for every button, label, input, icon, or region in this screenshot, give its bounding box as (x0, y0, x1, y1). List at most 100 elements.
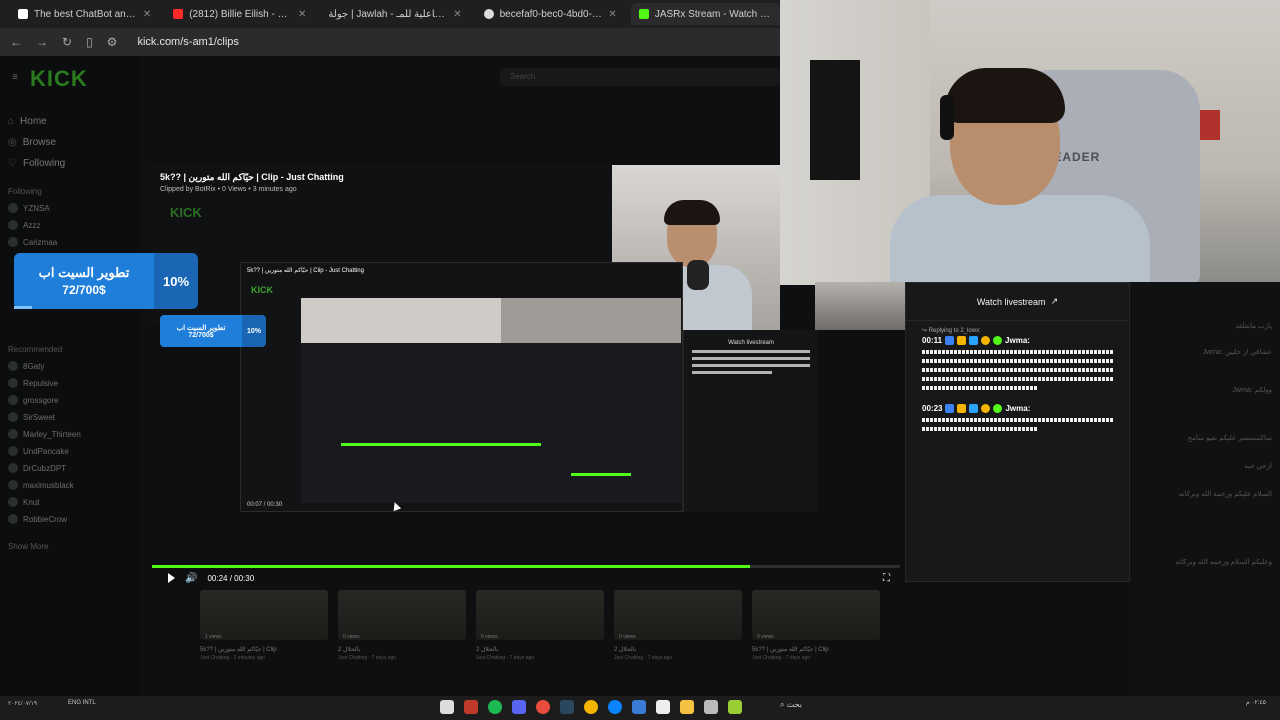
taskbar-clock[interactable]: ٠٢:٤٥ م (1246, 700, 1266, 707)
nested-progress (341, 443, 541, 446)
chat-line (692, 371, 773, 374)
clip-card[interactable]: 0 views بالحلال 2 Just Chatting - 7 days… (476, 590, 604, 688)
sidebar-toggle-icon[interactable]: ▯ (86, 35, 93, 49)
show-more-link[interactable]: Show More (8, 542, 132, 551)
live-chat-dimmed: پارب مانفلقد Jwma: عشاقي از خليين Jwma: … (1130, 282, 1280, 696)
tab-title: (2812) Billie Eilish - CHIHIRO (Official… (189, 8, 293, 20)
video-controls: 🔊 00:24 / 00:30 ⛶ (152, 570, 900, 586)
message-text (922, 377, 1113, 381)
sidebar-channel[interactable]: Repulsive (8, 378, 132, 388)
back-icon[interactable]: ← (10, 35, 22, 49)
tv (810, 60, 860, 180)
donation-goal-widget-nested: تطوير السيت اب 72/700$ 10% (160, 315, 266, 347)
chat-panel: Watch livestream ↗ ↪ Replying to 2_lowx:… (905, 282, 1130, 582)
nav-home[interactable]: ⌂ Home (8, 116, 132, 127)
clip-views: 0 views (481, 634, 498, 640)
menu-icon[interactable]: ≡ (12, 72, 18, 83)
message-time: 00:11 (922, 336, 943, 345)
forward-icon[interactable]: → (36, 35, 48, 49)
taskbar-search[interactable]: ⌕ بحث (780, 700, 802, 710)
language-indicator[interactable]: ENG INTL (68, 700, 96, 707)
tab-title: جولة | Jawlah - منصة الألعاب التفاعلية ل… (328, 8, 448, 20)
browser-tab[interactable]: (2812) Billie Eilish - CHIHIRO (Official… (165, 3, 314, 25)
app-icon[interactable] (704, 700, 718, 714)
clip-thumbnail (476, 590, 604, 640)
external-link-icon: ↗ (1050, 296, 1059, 306)
steam-icon[interactable] (560, 700, 574, 714)
sidebar-channel[interactable]: grossgore (8, 395, 132, 405)
headset (940, 95, 954, 140)
message-user[interactable]: Jwma: (1005, 336, 1030, 345)
tab-close-icon[interactable]: ✕ (298, 9, 306, 20)
video-progress-bar[interactable] (152, 565, 900, 568)
sidebar-channel[interactable]: Azzz (8, 220, 132, 230)
search-label: بحث (786, 700, 802, 709)
tab-close-icon[interactable]: ✕ (143, 9, 151, 20)
sidebar-channel[interactable]: YZNSA (8, 203, 132, 213)
discord-icon[interactable] (512, 700, 526, 714)
app-icon[interactable] (728, 700, 742, 714)
folder-icon[interactable] (680, 700, 694, 714)
sidebar-channel[interactable]: maximusblack (8, 480, 132, 490)
clip-card[interactable]: 0 views 5k?? | حيّاكم الله متورين | Clip… (752, 590, 880, 688)
nested-desktop (301, 343, 681, 503)
channel-name: maximusblack (23, 480, 74, 490)
nested-webcam-2 (501, 298, 681, 343)
spotify-icon[interactable] (488, 700, 502, 714)
avatar (8, 497, 18, 507)
clip-card[interactable]: 0 views بالحلال 2 Just Chatting - 7 days… (614, 590, 742, 688)
clip-title: 5k?? | حيّاكم الله متورين | Clip - Just … (160, 172, 344, 182)
clip-card[interactable]: 1 views 5k?? | حيّاكم الله متورين | Clip… (200, 590, 328, 688)
clip-card[interactable]: 0 views بالحلال 2 Just Chatting - 7 days… (338, 590, 466, 688)
app-icon[interactable] (632, 700, 646, 714)
nav-label: Home (20, 116, 47, 127)
site-info-icon[interactable]: ⚙ (107, 35, 118, 49)
fullscreen-icon[interactable]: ⛶ (883, 573, 890, 584)
sidebar-channel[interactable]: Carizmaa (8, 237, 132, 247)
app-icon[interactable] (464, 700, 478, 714)
nav-following[interactable]: ♡ Following (8, 158, 132, 169)
chrome-icon[interactable] (584, 700, 598, 714)
crown-icon (957, 336, 967, 345)
sidebar-channel[interactable]: Knut (8, 497, 132, 507)
browser-tab[interactable]: جولة | Jawlah - منصة الألعاب التفاعلية ل… (320, 3, 469, 25)
sidebar-channel[interactable]: SirSweet (8, 412, 132, 422)
tab-close-icon[interactable]: ✕ (453, 9, 461, 20)
url-field[interactable]: kick.com/s-am1/clips (137, 36, 238, 48)
avatar (8, 480, 18, 490)
browser-tab[interactable]: becefaf0-bec0-4bd0-8cca-8808b1b539c ✕ (476, 3, 625, 25)
chat-line: Jwma: وولكم (1232, 387, 1272, 394)
app-icon[interactable] (536, 700, 550, 714)
globe-icon (483, 9, 494, 19)
browser-tab-active[interactable]: JASRx Stream - Watch Live on Kick (630, 3, 781, 25)
nav-browse[interactable]: ◎ Browse (8, 137, 132, 148)
chat-line: پارب مانفلقد (1235, 323, 1272, 330)
sidebar-channel[interactable]: UndPancake (8, 446, 132, 456)
browser-tab[interactable]: The best ChatBot and Widgets for Kick, T… (10, 3, 159, 25)
clip-title: 5k?? | حيّاكم الله متورين | Clip (752, 647, 829, 653)
sidebar-channel[interactable]: RobbieCrow (8, 514, 132, 524)
tab-title: JASRx Stream - Watch Live on Kick (654, 8, 772, 20)
message-user[interactable]: Jwma: (1005, 404, 1030, 413)
play-icon[interactable] (168, 573, 175, 583)
edge-icon[interactable] (608, 700, 622, 714)
tab-close-icon[interactable]: ✕ (608, 9, 616, 20)
message-text (922, 350, 1113, 354)
kick-logo[interactable]: KICK (30, 66, 132, 92)
app-icon[interactable] (440, 700, 454, 714)
sidebar-channel[interactable]: DrCubzDPT (8, 463, 132, 473)
avatar (8, 361, 18, 371)
sidebar-channel[interactable]: 8Gaty (8, 361, 132, 371)
watch-livestream-link[interactable]: Watch livestream ↗ (906, 283, 1129, 321)
webcam-strip (815, 282, 905, 330)
clip-views: 1 views (205, 634, 222, 640)
volume-icon[interactable]: 🔊 (185, 573, 197, 584)
message-text (922, 418, 1113, 422)
clip-title: 5k?? | حيّاكم الله متورين | Clip (200, 647, 277, 653)
search-input[interactable]: Search (500, 68, 780, 86)
calendar-icon[interactable] (656, 700, 670, 714)
nav-label: Browse (22, 137, 57, 148)
sidebar-channel[interactable]: Marley_Thirteen (8, 429, 132, 439)
reload-icon[interactable]: ↻ (62, 35, 72, 49)
goal-percent: 10% (242, 315, 266, 347)
